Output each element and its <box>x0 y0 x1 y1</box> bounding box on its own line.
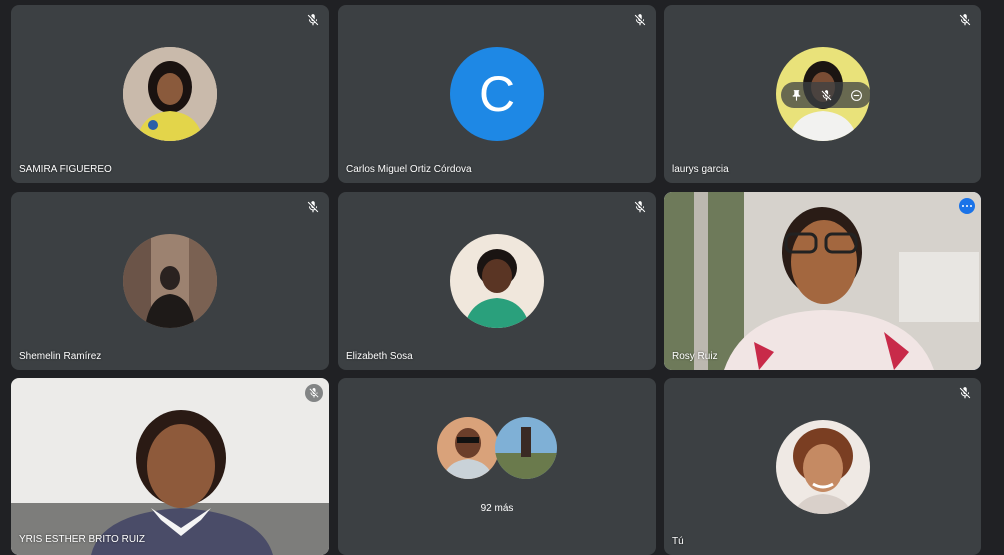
avatar <box>123 234 217 328</box>
avatar <box>775 420 870 514</box>
participant-tile-shemelin[interactable]: Shemelin Ramírez <box>11 192 329 370</box>
participant-tile-rosy-speaking[interactable]: Rosy Ruiz <box>664 192 981 370</box>
avatar <box>495 417 557 479</box>
participant-name: YRIS ESTHER BRITO RUIZ <box>19 534 145 545</box>
participant-tile-samira[interactable]: SAMIRA FIGUEREO <box>11 5 329 183</box>
participant-tile-carlos[interactable]: C Carlos Miguel Ortiz Córdova <box>338 5 656 183</box>
mic-off-icon <box>634 14 646 26</box>
overflow-tile[interactable] <box>338 378 656 555</box>
participant-tile-elizabeth[interactable]: Elizabeth Sosa <box>338 192 656 370</box>
avatar: C <box>450 47 544 141</box>
participant-name: SAMIRA FIGUEREO <box>19 164 112 175</box>
mic-off-icon[interactable] <box>820 89 833 102</box>
avatar <box>123 47 217 141</box>
mic-off-icon <box>307 201 319 213</box>
video-feed <box>664 192 981 370</box>
mic-off-icon <box>959 14 971 26</box>
participant-name: Shemelin Ramírez <box>19 351 102 362</box>
mic-off-icon <box>307 14 319 26</box>
participant-name: Tú <box>672 536 684 547</box>
remove-icon[interactable] <box>850 89 863 102</box>
mic-off-icon <box>305 384 323 402</box>
mic-off-icon <box>959 387 971 399</box>
more-options-icon[interactable] <box>959 198 975 214</box>
participant-tile-yris[interactable]: YRIS ESTHER BRITO RUIZ <box>11 378 329 555</box>
participant-name: Elizabeth Sosa <box>346 351 413 362</box>
participant-name: Carlos Miguel Ortiz Córdova <box>346 164 472 175</box>
overflow-count: 92 más <box>480 503 514 514</box>
pin-icon[interactable] <box>790 89 803 102</box>
participant-tile-self[interactable]: Tú <box>664 378 981 555</box>
avatar <box>450 234 544 328</box>
video-feed <box>11 378 329 555</box>
participant-name: laurys garcia <box>672 164 729 175</box>
participant-name: Rosy Ruiz <box>672 351 718 362</box>
tile-hover-controls <box>781 82 871 108</box>
mic-off-icon <box>634 201 646 213</box>
avatar <box>437 417 499 479</box>
